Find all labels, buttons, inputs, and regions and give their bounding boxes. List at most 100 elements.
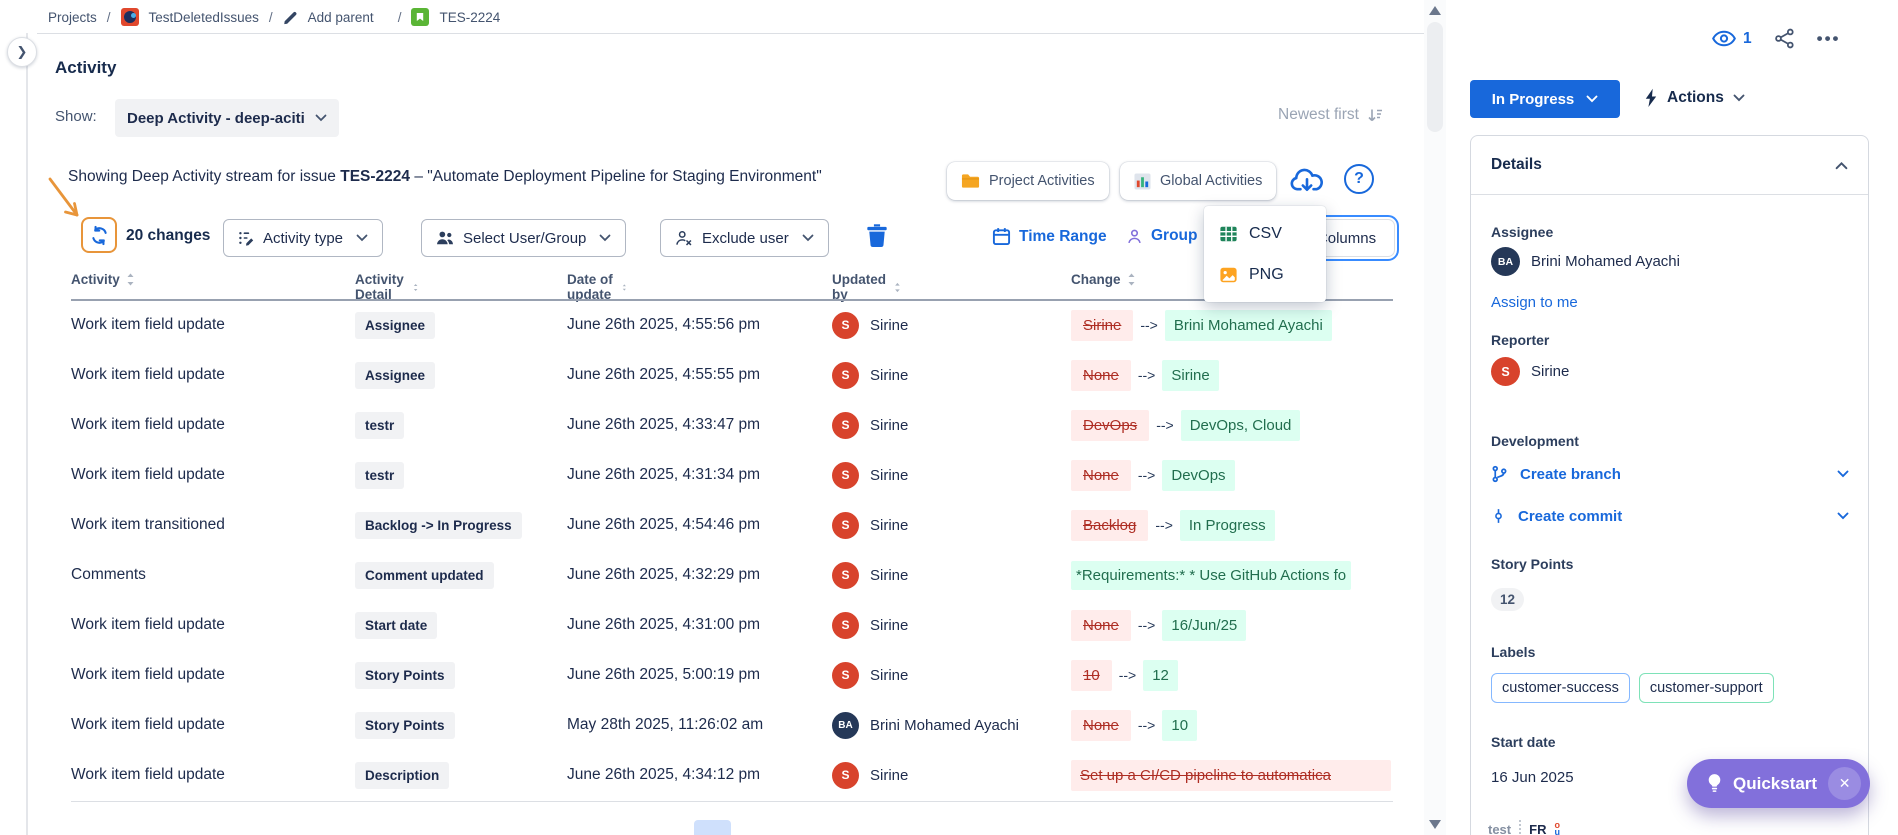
- watchers-button[interactable]: 1: [1712, 30, 1752, 48]
- user-avatar[interactable]: S: [832, 612, 859, 639]
- breadcrumb-add-parent[interactable]: Add parent: [308, 10, 374, 25]
- story-points-label: Story Points: [1491, 556, 1573, 572]
- column-header-updated-by[interactable]: Updated by: [832, 272, 901, 302]
- assignee-value[interactable]: BA Brini Mohamed Ayachi: [1491, 247, 1680, 276]
- png-image-icon: [1219, 266, 1238, 284]
- select-user-group-filter[interactable]: Select User/Group: [421, 219, 626, 257]
- column-header-activity[interactable]: Activity: [71, 272, 135, 287]
- watchers-count: 1: [1743, 30, 1752, 48]
- date-cell: June 26th 2025, 4:31:34 pm: [567, 450, 822, 500]
- user-avatar[interactable]: S: [832, 762, 859, 789]
- branch-icon: [1491, 465, 1508, 483]
- exclude-user-filter[interactable]: Exclude user: [660, 219, 829, 257]
- user-avatar[interactable]: S: [832, 662, 859, 689]
- table-row: Work item field update Start date June 2…: [0, 600, 1425, 650]
- scrollbar-thumb[interactable]: [1427, 22, 1443, 132]
- breadcrumb: Projects / TestDeletedIssues / Add paren…: [48, 5, 500, 29]
- time-range-button[interactable]: Time Range: [992, 227, 1107, 246]
- project-activities-label: Project Activities: [989, 173, 1095, 189]
- detail-pill: Assignee: [355, 362, 435, 389]
- jira-issue-activity-page: ❯ Projects / TestDeletedIssues / Add par…: [0, 0, 1898, 835]
- detail-pill: Start date: [355, 612, 437, 639]
- vertical-scrollbar[interactable]: [1424, 0, 1446, 835]
- activity-detail-cell: Start date: [355, 600, 560, 650]
- user-avatar[interactable]: S: [832, 562, 859, 589]
- date-cell: May 28th 2025, 11:26:02 am: [567, 700, 822, 750]
- status-dropdown[interactable]: In Progress: [1470, 80, 1620, 118]
- project-activities-button[interactable]: Project Activities: [947, 162, 1109, 200]
- reporter-value[interactable]: S Sirine: [1491, 357, 1569, 386]
- share-icon[interactable]: [1774, 28, 1795, 49]
- activity-detail-cell: Comment updated: [355, 550, 560, 600]
- column-header-change[interactable]: Change: [1071, 272, 1136, 287]
- activity-type-filter[interactable]: Activity type: [223, 219, 383, 257]
- table-row: Work item field update Description June …: [0, 750, 1425, 800]
- stream-description: Showing Deep Activity stream for issue T…: [68, 168, 822, 186]
- user-avatar[interactable]: S: [832, 512, 859, 539]
- group-button[interactable]: Group: [1126, 227, 1198, 245]
- sort-order-button[interactable]: Newest first: [1278, 106, 1383, 124]
- assign-to-me[interactable]: Assign to me: [1491, 294, 1578, 311]
- activity-detail-cell: testr: [355, 450, 560, 500]
- global-activities-button[interactable]: Global Activities: [1120, 162, 1276, 200]
- create-branch-label: Create branch: [1520, 466, 1621, 483]
- table-bottom-divider: [71, 801, 1393, 802]
- exclude-user-icon: [675, 230, 693, 246]
- activity-detail-cell: Story Points: [355, 650, 560, 700]
- lightning-icon: [1644, 88, 1658, 108]
- breadcrumb-separator: /: [398, 10, 402, 25]
- activity-section-title: Activity: [55, 58, 116, 78]
- export-png-option[interactable]: PNG: [1204, 254, 1326, 295]
- date-cell: June 26th 2025, 4:34:12 pm: [567, 750, 822, 800]
- updated-by-cell: S Sirine: [832, 550, 1064, 600]
- user-avatar[interactable]: S: [832, 462, 859, 489]
- table-row: Work item field update Assignee June 26t…: [0, 300, 1425, 350]
- quickstart-button[interactable]: Quickstart ✕: [1687, 759, 1870, 808]
- user-avatar[interactable]: BA: [832, 712, 859, 739]
- group-label: Group: [1151, 227, 1198, 245]
- breadcrumb-projects[interactable]: Projects: [48, 10, 97, 25]
- pagination-partial[interactable]: [694, 820, 731, 835]
- activity-show-dropdown[interactable]: Deep Activity - deep-aciti: [115, 99, 339, 137]
- user-avatar[interactable]: S: [832, 362, 859, 389]
- user-avatar[interactable]: S: [832, 312, 859, 339]
- clear-filters-trash-icon[interactable]: [866, 223, 888, 253]
- updated-by-cell: S Sirine: [832, 300, 1064, 350]
- pencil-icon: [283, 10, 298, 25]
- actions-dropdown[interactable]: Actions: [1644, 88, 1745, 108]
- cloud-download-icon[interactable]: [1290, 166, 1324, 199]
- export-csv-option[interactable]: CSV: [1204, 213, 1326, 254]
- detail-pill: Story Points: [355, 662, 455, 689]
- expand-panel-button[interactable]: ❯: [7, 37, 37, 67]
- person-icon: [1126, 228, 1143, 245]
- quickstart-close-button[interactable]: ✕: [1828, 767, 1861, 800]
- sort-order-label: Newest first: [1278, 106, 1359, 124]
- breadcrumb-project[interactable]: TestDeletedIssues: [149, 10, 259, 25]
- language-extension-widget[interactable]: test FR ou: [1488, 820, 1560, 835]
- column-header-detail[interactable]: Activity Detail: [355, 272, 419, 302]
- user-name: Sirine: [870, 617, 908, 634]
- user-avatar[interactable]: S: [832, 412, 859, 439]
- label-tag[interactable]: customer-support: [1639, 673, 1774, 703]
- scroll-down-arrow[interactable]: [1429, 820, 1441, 829]
- actions-label: Actions: [1667, 89, 1724, 107]
- details-panel-header[interactable]: Details: [1471, 136, 1868, 195]
- table-row: Work item field update Story Points May …: [0, 700, 1425, 750]
- column-header-date[interactable]: Date of update: [567, 272, 626, 302]
- scroll-up-arrow[interactable]: [1429, 6, 1441, 15]
- activity-cell: Work item field update: [71, 700, 346, 750]
- story-points-value[interactable]: 12: [1491, 588, 1524, 611]
- details-panel-body: Assignee BA Brini Mohamed Ayachi Assign …: [1471, 195, 1868, 835]
- table-row: Work item field update testr June 26th 2…: [0, 450, 1425, 500]
- create-branch-row[interactable]: Create branch: [1491, 465, 1849, 483]
- show-label: Show:: [55, 108, 97, 125]
- details-title: Details: [1491, 156, 1542, 174]
- refresh-button[interactable]: [81, 217, 117, 253]
- create-commit-row[interactable]: Create commit: [1491, 507, 1849, 525]
- more-actions-icon[interactable]: •••: [1817, 29, 1841, 49]
- date-cell: June 26th 2025, 4:33:47 pm: [567, 400, 822, 450]
- breadcrumb-issue-key[interactable]: TES-2224: [439, 10, 500, 25]
- label-tag[interactable]: customer-success: [1491, 673, 1630, 703]
- help-icon[interactable]: ?: [1344, 164, 1374, 194]
- exclude-user-label: Exclude user: [702, 230, 789, 247]
